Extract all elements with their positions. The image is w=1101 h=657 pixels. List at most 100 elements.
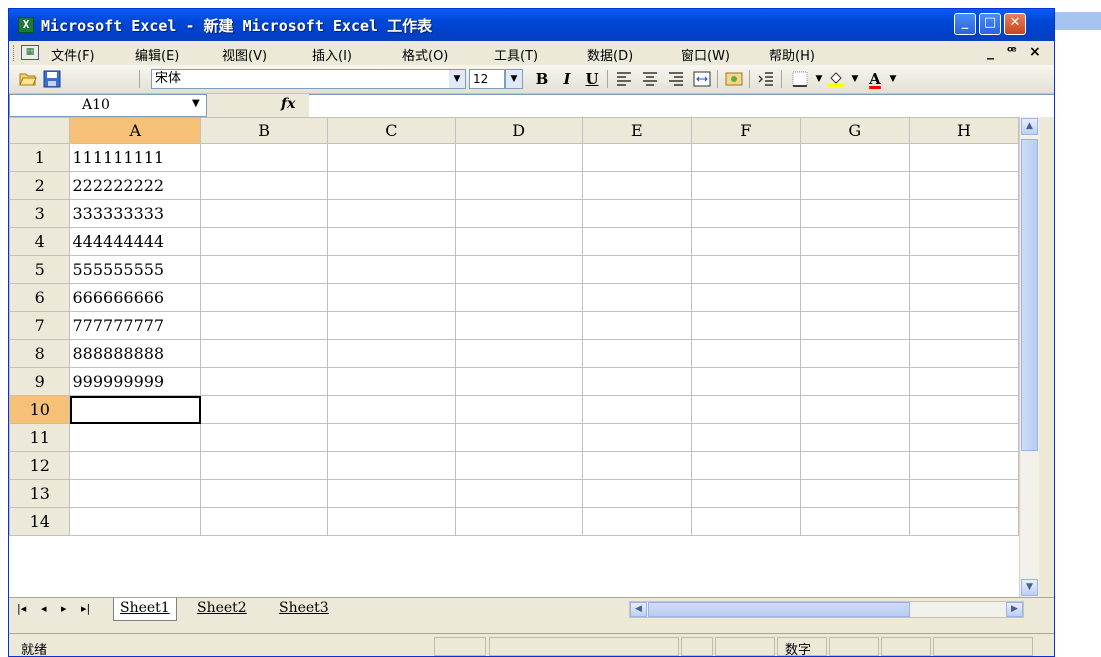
menu-insert[interactable]: 插入(I) bbox=[312, 45, 352, 64]
borders-icon[interactable] bbox=[791, 70, 809, 88]
cell[interactable] bbox=[908, 451, 1019, 480]
cell[interactable] bbox=[799, 255, 910, 284]
scroll-up-icon[interactable]: ▲ bbox=[1021, 118, 1038, 135]
cell[interactable] bbox=[200, 507, 329, 536]
cell[interactable] bbox=[908, 227, 1019, 256]
menu-help[interactable]: 帮助(H) bbox=[769, 45, 815, 64]
row-header[interactable]: 12 bbox=[9, 451, 71, 480]
cell[interactable] bbox=[581, 255, 692, 284]
row-header[interactable]: 5 bbox=[9, 255, 71, 284]
cell-a[interactable]: 222222222 bbox=[69, 171, 202, 200]
cell[interactable] bbox=[581, 451, 692, 480]
cell[interactable] bbox=[200, 423, 329, 452]
menu-file[interactable]: 文件(F) bbox=[51, 45, 95, 64]
cell[interactable] bbox=[690, 339, 801, 368]
cell[interactable] bbox=[454, 143, 583, 172]
cell[interactable] bbox=[908, 143, 1019, 172]
cell[interactable] bbox=[908, 367, 1019, 396]
cell[interactable] bbox=[799, 171, 910, 200]
cell-a[interactable]: 666666666 bbox=[69, 283, 202, 312]
cell[interactable] bbox=[200, 311, 329, 340]
cell[interactable] bbox=[200, 367, 329, 396]
cell[interactable] bbox=[454, 367, 583, 396]
cell[interactable] bbox=[799, 367, 910, 396]
align-center-icon[interactable] bbox=[641, 70, 659, 88]
cell[interactable] bbox=[454, 451, 583, 480]
cell[interactable] bbox=[454, 395, 583, 424]
cell[interactable] bbox=[690, 451, 801, 480]
vertical-scroll-thumb[interactable] bbox=[1021, 139, 1038, 451]
scroll-left-icon[interactable]: ◀ bbox=[630, 602, 647, 617]
column-header-c[interactable]: C bbox=[327, 117, 456, 144]
cell[interactable] bbox=[799, 479, 910, 508]
cell[interactable] bbox=[690, 171, 801, 200]
vertical-scrollbar[interactable]: ▲ ▼ bbox=[1019, 117, 1039, 597]
tab-sheet2[interactable]: Sheet2 bbox=[191, 598, 253, 620]
column-header-d[interactable]: D bbox=[454, 117, 583, 144]
cell[interactable] bbox=[200, 479, 329, 508]
column-header-h[interactable]: H bbox=[908, 117, 1019, 144]
formula-input[interactable] bbox=[309, 94, 1054, 117]
first-sheet-icon[interactable]: |◂ bbox=[17, 602, 26, 615]
cell[interactable] bbox=[690, 507, 801, 536]
menu-format[interactable]: 格式(O) bbox=[402, 45, 448, 64]
cell-a[interactable]: 888888888 bbox=[69, 339, 202, 368]
cell[interactable] bbox=[581, 171, 692, 200]
row-header[interactable]: 6 bbox=[9, 283, 71, 312]
cell-a[interactable] bbox=[69, 507, 202, 536]
menu-edit[interactable]: 编辑(E) bbox=[135, 45, 179, 64]
cell[interactable] bbox=[690, 479, 801, 508]
cell[interactable] bbox=[200, 339, 329, 368]
cell[interactable] bbox=[690, 367, 801, 396]
cell[interactable] bbox=[690, 283, 801, 312]
cell[interactable] bbox=[799, 199, 910, 228]
cell[interactable] bbox=[799, 227, 910, 256]
name-box[interactable]: A10 ▼ bbox=[9, 94, 207, 117]
cell[interactable] bbox=[581, 423, 692, 452]
cell[interactable] bbox=[454, 227, 583, 256]
horizontal-scrollbar[interactable]: ◀ ▶ bbox=[629, 601, 1024, 618]
cell[interactable] bbox=[327, 339, 456, 368]
column-header-g[interactable]: G bbox=[799, 117, 910, 144]
cell[interactable] bbox=[908, 311, 1019, 340]
scroll-right-icon[interactable]: ▶ bbox=[1006, 602, 1023, 617]
italic-button[interactable]: I bbox=[557, 70, 577, 88]
cell[interactable] bbox=[908, 199, 1019, 228]
save-icon[interactable] bbox=[43, 70, 61, 88]
horizontal-scroll-thumb[interactable] bbox=[648, 602, 910, 617]
cell-a[interactable] bbox=[69, 395, 202, 424]
cell[interactable] bbox=[799, 143, 910, 172]
tab-sheet3[interactable]: Sheet3 bbox=[273, 598, 335, 620]
cell[interactable] bbox=[581, 311, 692, 340]
cell[interactable] bbox=[690, 143, 801, 172]
cell[interactable] bbox=[454, 171, 583, 200]
row-header[interactable]: 11 bbox=[9, 423, 71, 452]
cell[interactable] bbox=[581, 507, 692, 536]
cell[interactable] bbox=[799, 339, 910, 368]
column-header-b[interactable]: B bbox=[200, 117, 329, 144]
row-header[interactable]: 3 bbox=[9, 199, 71, 228]
excel-app-icon[interactable]: X bbox=[18, 17, 34, 33]
menu-tools[interactable]: 工具(T) bbox=[494, 45, 538, 64]
row-header[interactable]: 9 bbox=[9, 367, 71, 396]
cell-a[interactable]: 555555555 bbox=[69, 255, 202, 284]
align-left-icon[interactable] bbox=[615, 70, 633, 88]
cell-a[interactable]: 999999999 bbox=[69, 367, 202, 396]
cell-a[interactable]: 777777777 bbox=[69, 311, 202, 340]
worksheet-grid[interactable]: A B C D E F G H 1 111111111 2 222222222 3 333… bbox=[9, 117, 1019, 597]
row-header[interactable]: 7 bbox=[9, 311, 71, 340]
font-size-select[interactable]: 12 bbox=[469, 69, 505, 89]
cell[interactable] bbox=[690, 423, 801, 452]
cell-a[interactable] bbox=[69, 451, 202, 480]
cell[interactable] bbox=[581, 367, 692, 396]
cell[interactable] bbox=[327, 367, 456, 396]
cell[interactable] bbox=[908, 255, 1019, 284]
workbook-icon[interactable]: ▦ bbox=[21, 45, 39, 60]
font-size-dropdown[interactable]: ▼ bbox=[505, 69, 523, 89]
cell[interactable] bbox=[690, 395, 801, 424]
cell[interactable] bbox=[327, 311, 456, 340]
menu-grip[interactable] bbox=[13, 45, 17, 61]
cell[interactable] bbox=[327, 199, 456, 228]
menu-data[interactable]: 数据(D) bbox=[587, 45, 633, 64]
borders-dropdown[interactable]: ▼ bbox=[809, 70, 829, 88]
